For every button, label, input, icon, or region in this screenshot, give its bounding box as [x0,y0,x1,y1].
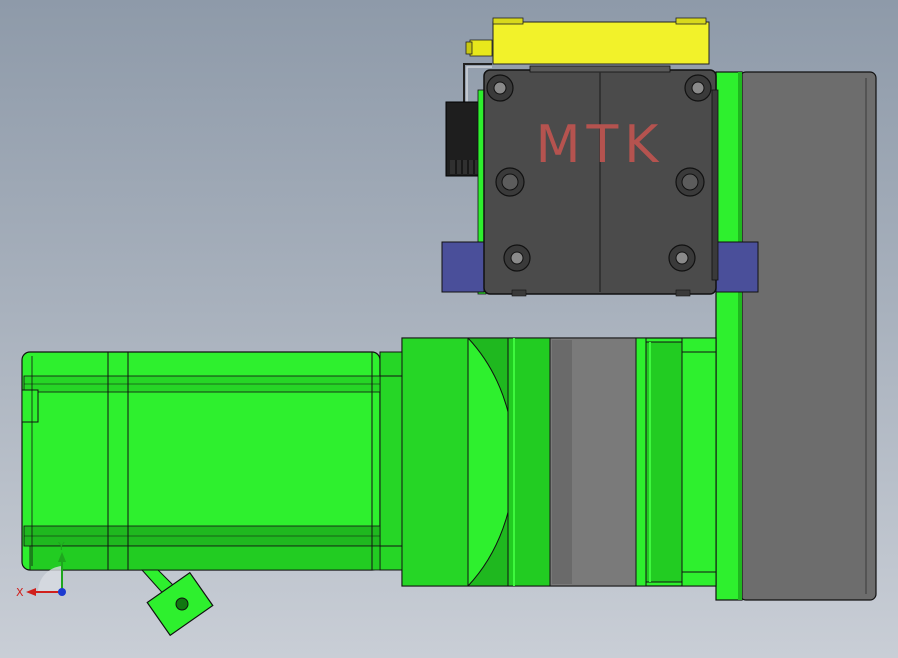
gray-housing [739,71,877,601]
bolt-icon [495,167,525,197]
yellow-bracket [492,21,710,65]
axis-y-label: Y [57,540,65,553]
gearbox [401,337,717,587]
bolt-icon [675,167,705,197]
motor-driver-module: MTK [441,17,759,297]
bolt-icon [684,74,712,102]
cad-viewport[interactable]: MTK Y X [0,0,898,658]
green-mounting-plate [715,71,743,601]
blue-clamp-right [715,241,759,293]
assembly-model: MTK Y X [16,17,877,637]
bolt-icon [503,244,531,272]
yellow-pin [469,39,493,57]
axis-x-label: X [16,586,24,599]
bolt-icon [668,244,696,272]
cable-gland [140,569,214,637]
bolt-icon [486,74,514,102]
stepper-motor [21,351,403,571]
blue-clamp-left [441,241,485,293]
model-logo-text: MTK [536,115,665,175]
